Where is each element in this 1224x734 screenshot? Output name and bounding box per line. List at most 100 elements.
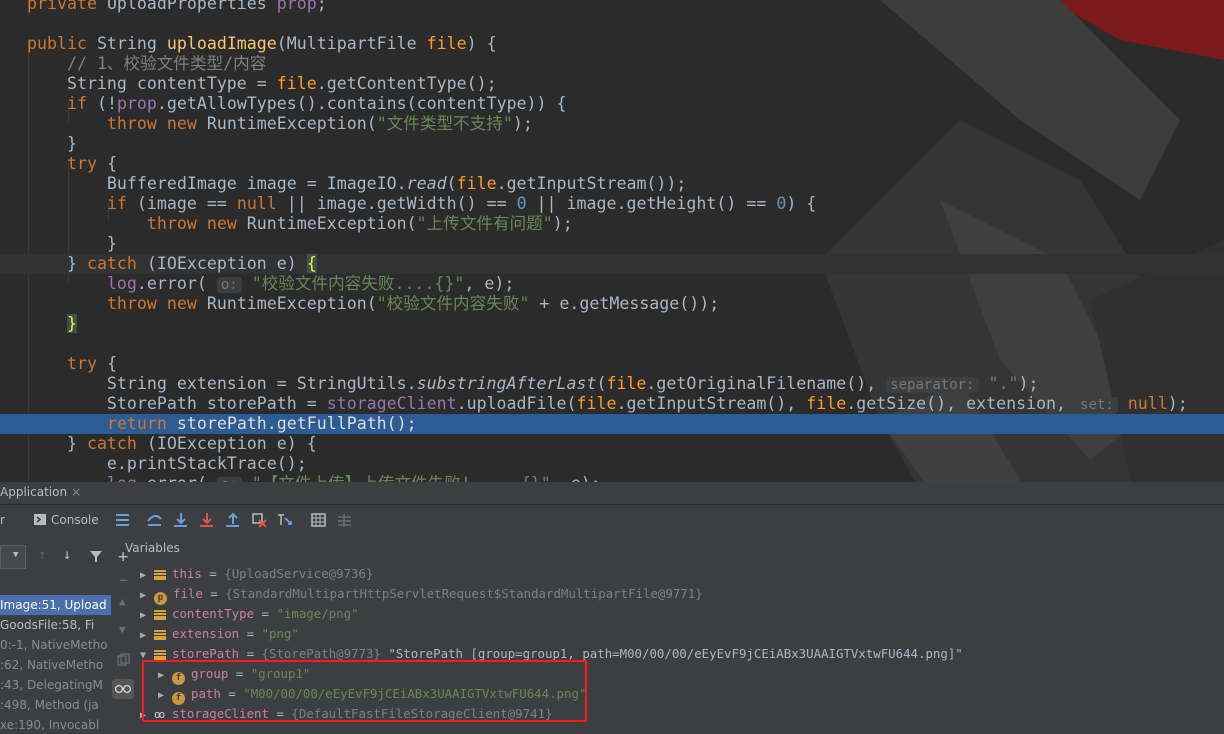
code-token: ( <box>446 174 457 193</box>
code-token: "【文件上传】上传文件失败! ....{}" <box>242 474 551 482</box>
variable-row[interactable]: ▶ extension = "png" <box>140 624 299 644</box>
code-line[interactable]: try { <box>0 154 1224 174</box>
code-line[interactable]: } <box>0 314 1224 334</box>
code-token: file <box>806 394 847 413</box>
code-line[interactable] <box>0 334 1224 354</box>
code-token: try <box>66 154 107 173</box>
code-line[interactable]: // 1、校验文件类型/内容 <box>0 54 1224 74</box>
stack-frame[interactable]: :62, NativeMetho <box>0 655 111 675</box>
code-token: prop <box>116 94 157 113</box>
stack-frame[interactable]: GoodsFile:58, Fi <box>0 615 111 635</box>
variable-row[interactable]: ▶ contentType = "image/png" <box>140 604 359 624</box>
copy-icon[interactable] <box>117 653 130 666</box>
expand-icon[interactable]: ▶ <box>140 606 154 626</box>
expand-icon[interactable]: ▶ <box>140 566 154 586</box>
tab-console[interactable]: Console <box>34 513 99 527</box>
code-token: storePath.getFullPath(); <box>176 414 417 433</box>
move-up-icon[interactable]: ▲ <box>119 595 126 608</box>
code-token: public <box>27 34 97 53</box>
code-token: RuntimeException( <box>206 114 377 133</box>
remove-watch-icon[interactable]: − <box>119 571 128 589</box>
code-token: throw new <box>146 214 247 233</box>
stack-frame[interactable]: :43, DelegatingM <box>0 675 111 695</box>
expand-icon[interactable]: ▶ <box>140 586 154 606</box>
code-token: 0 <box>516 194 527 213</box>
variable-value: "StorePath [group=group1, path=M00/00/00… <box>388 646 963 661</box>
code-token: ); <box>512 114 533 133</box>
drop-frame-icon[interactable] <box>250 511 268 529</box>
step-out-icon[interactable] <box>224 511 242 529</box>
code-line[interactable]: BufferedImage image = ImageIO.read(file.… <box>0 174 1224 194</box>
code-token: } <box>27 254 87 273</box>
variable-row[interactable]: ▶ this = {UploadService@9736} <box>140 564 373 584</box>
down-arrow-icon[interactable]: ↓ <box>63 547 71 563</box>
code-token: BufferedImage image = ImageIO. <box>27 174 407 193</box>
code-token: } <box>27 434 87 453</box>
code-token: RuntimeException( <box>206 294 377 313</box>
show-watches-toggle[interactable] <box>112 679 134 699</box>
expand-icon[interactable]: ▶ <box>140 626 154 646</box>
code-line[interactable]: } catch (IOException e) { <box>0 434 1224 454</box>
evaluate-expression-icon[interactable] <box>310 511 328 529</box>
variable-equals: = <box>202 586 226 601</box>
stack-frame[interactable]: :498, Method (ja <box>0 695 111 715</box>
stack-frame[interactable]: xe:190, Invocabl <box>0 715 111 734</box>
code-line[interactable] <box>0 14 1224 34</box>
code-line[interactable]: try { <box>0 354 1224 374</box>
force-step-into-icon[interactable] <box>198 511 216 529</box>
stack-frame[interactable]: 0:-1, NativeMetho <box>0 635 111 655</box>
code-line[interactable]: } <box>0 134 1224 154</box>
code-token: file <box>606 374 647 393</box>
variable-ref: {UploadService@9736} <box>224 566 374 581</box>
tab-application[interactable]: Application × <box>0 485 81 499</box>
code-line[interactable]: } catch (IOException e) { <box>0 254 1224 274</box>
tab-debugger[interactable]: r <box>0 513 5 527</box>
layout-icon[interactable] <box>114 511 132 529</box>
filter-icon[interactable] <box>89 550 103 563</box>
up-arrow-icon[interactable]: ↑ <box>38 547 46 563</box>
variable-name: contentType <box>172 606 255 621</box>
move-down-icon[interactable]: ▼ <box>119 623 126 636</box>
close-icon[interactable]: × <box>71 485 81 499</box>
variable-row[interactable]: ▶ p file = {StandardMultipartHttpServletRe… <box>140 584 703 606</box>
stack-frame[interactable]: Image:51, Upload <box>0 595 111 615</box>
code-line[interactable]: String contentType = file.getContentType… <box>0 74 1224 94</box>
code-line[interactable]: throw new RuntimeException("上传文件有问题"); <box>0 214 1224 234</box>
code-line[interactable]: private UploadProperties prop; <box>0 0 1224 14</box>
code-token: UploadProperties <box>106 0 277 13</box>
code-line[interactable]: } <box>0 234 1224 254</box>
code-line[interactable]: String extension = StringUtils.substring… <box>0 374 1224 394</box>
variable-equals: = <box>254 606 277 621</box>
run-to-cursor-icon[interactable] <box>276 511 294 529</box>
code-token: if <box>106 194 137 213</box>
code-line[interactable]: StorePath storePath = storageClient.uplo… <box>0 394 1224 414</box>
code-token: throw new <box>106 114 207 133</box>
code-line[interactable]: e.printStackTrace(); <box>0 454 1224 474</box>
code-line[interactable]: if (image == null || image.getWidth() ==… <box>0 194 1224 214</box>
code-token: (IOException e) { <box>146 434 317 453</box>
code-line[interactable]: public String uploadImage(MultipartFile … <box>0 34 1224 54</box>
variable-name: extension <box>172 626 240 641</box>
code-line[interactable]: log.error( o: "【文件上传】上传文件失败! ....{}", e)… <box>0 474 1224 482</box>
variable-ref: {StorePath@9773} <box>261 646 389 661</box>
trace-icon[interactable] <box>336 511 354 529</box>
step-over-icon[interactable] <box>146 511 164 529</box>
code-line[interactable]: if (!prop.getAllowTypes().contains(conte… <box>0 94 1224 114</box>
code-line[interactable]: throw new RuntimeException("校验文件内容失败" + … <box>0 294 1224 314</box>
code-token: } <box>27 234 117 253</box>
code-token: "校验文件内容失败....{}" <box>241 274 465 293</box>
code-token: , e); <box>551 474 601 482</box>
console-icon <box>34 514 46 525</box>
code-line[interactable]: log.error( o: "校验文件内容失败....{}", e); <box>0 274 1224 294</box>
thread-selector[interactable]: ▼ <box>0 545 26 569</box>
execution-line[interactable]: return storePath.getFullPath(); <box>0 414 1224 434</box>
code-token: log <box>107 474 137 482</box>
step-into-icon[interactable] <box>172 511 190 529</box>
code-token: ( <box>596 374 607 393</box>
code-editor[interactable]: private UploadProperties prop; public Str… <box>0 0 1224 482</box>
code-line[interactable]: throw new RuntimeException("文件类型不支持"); <box>0 114 1224 134</box>
